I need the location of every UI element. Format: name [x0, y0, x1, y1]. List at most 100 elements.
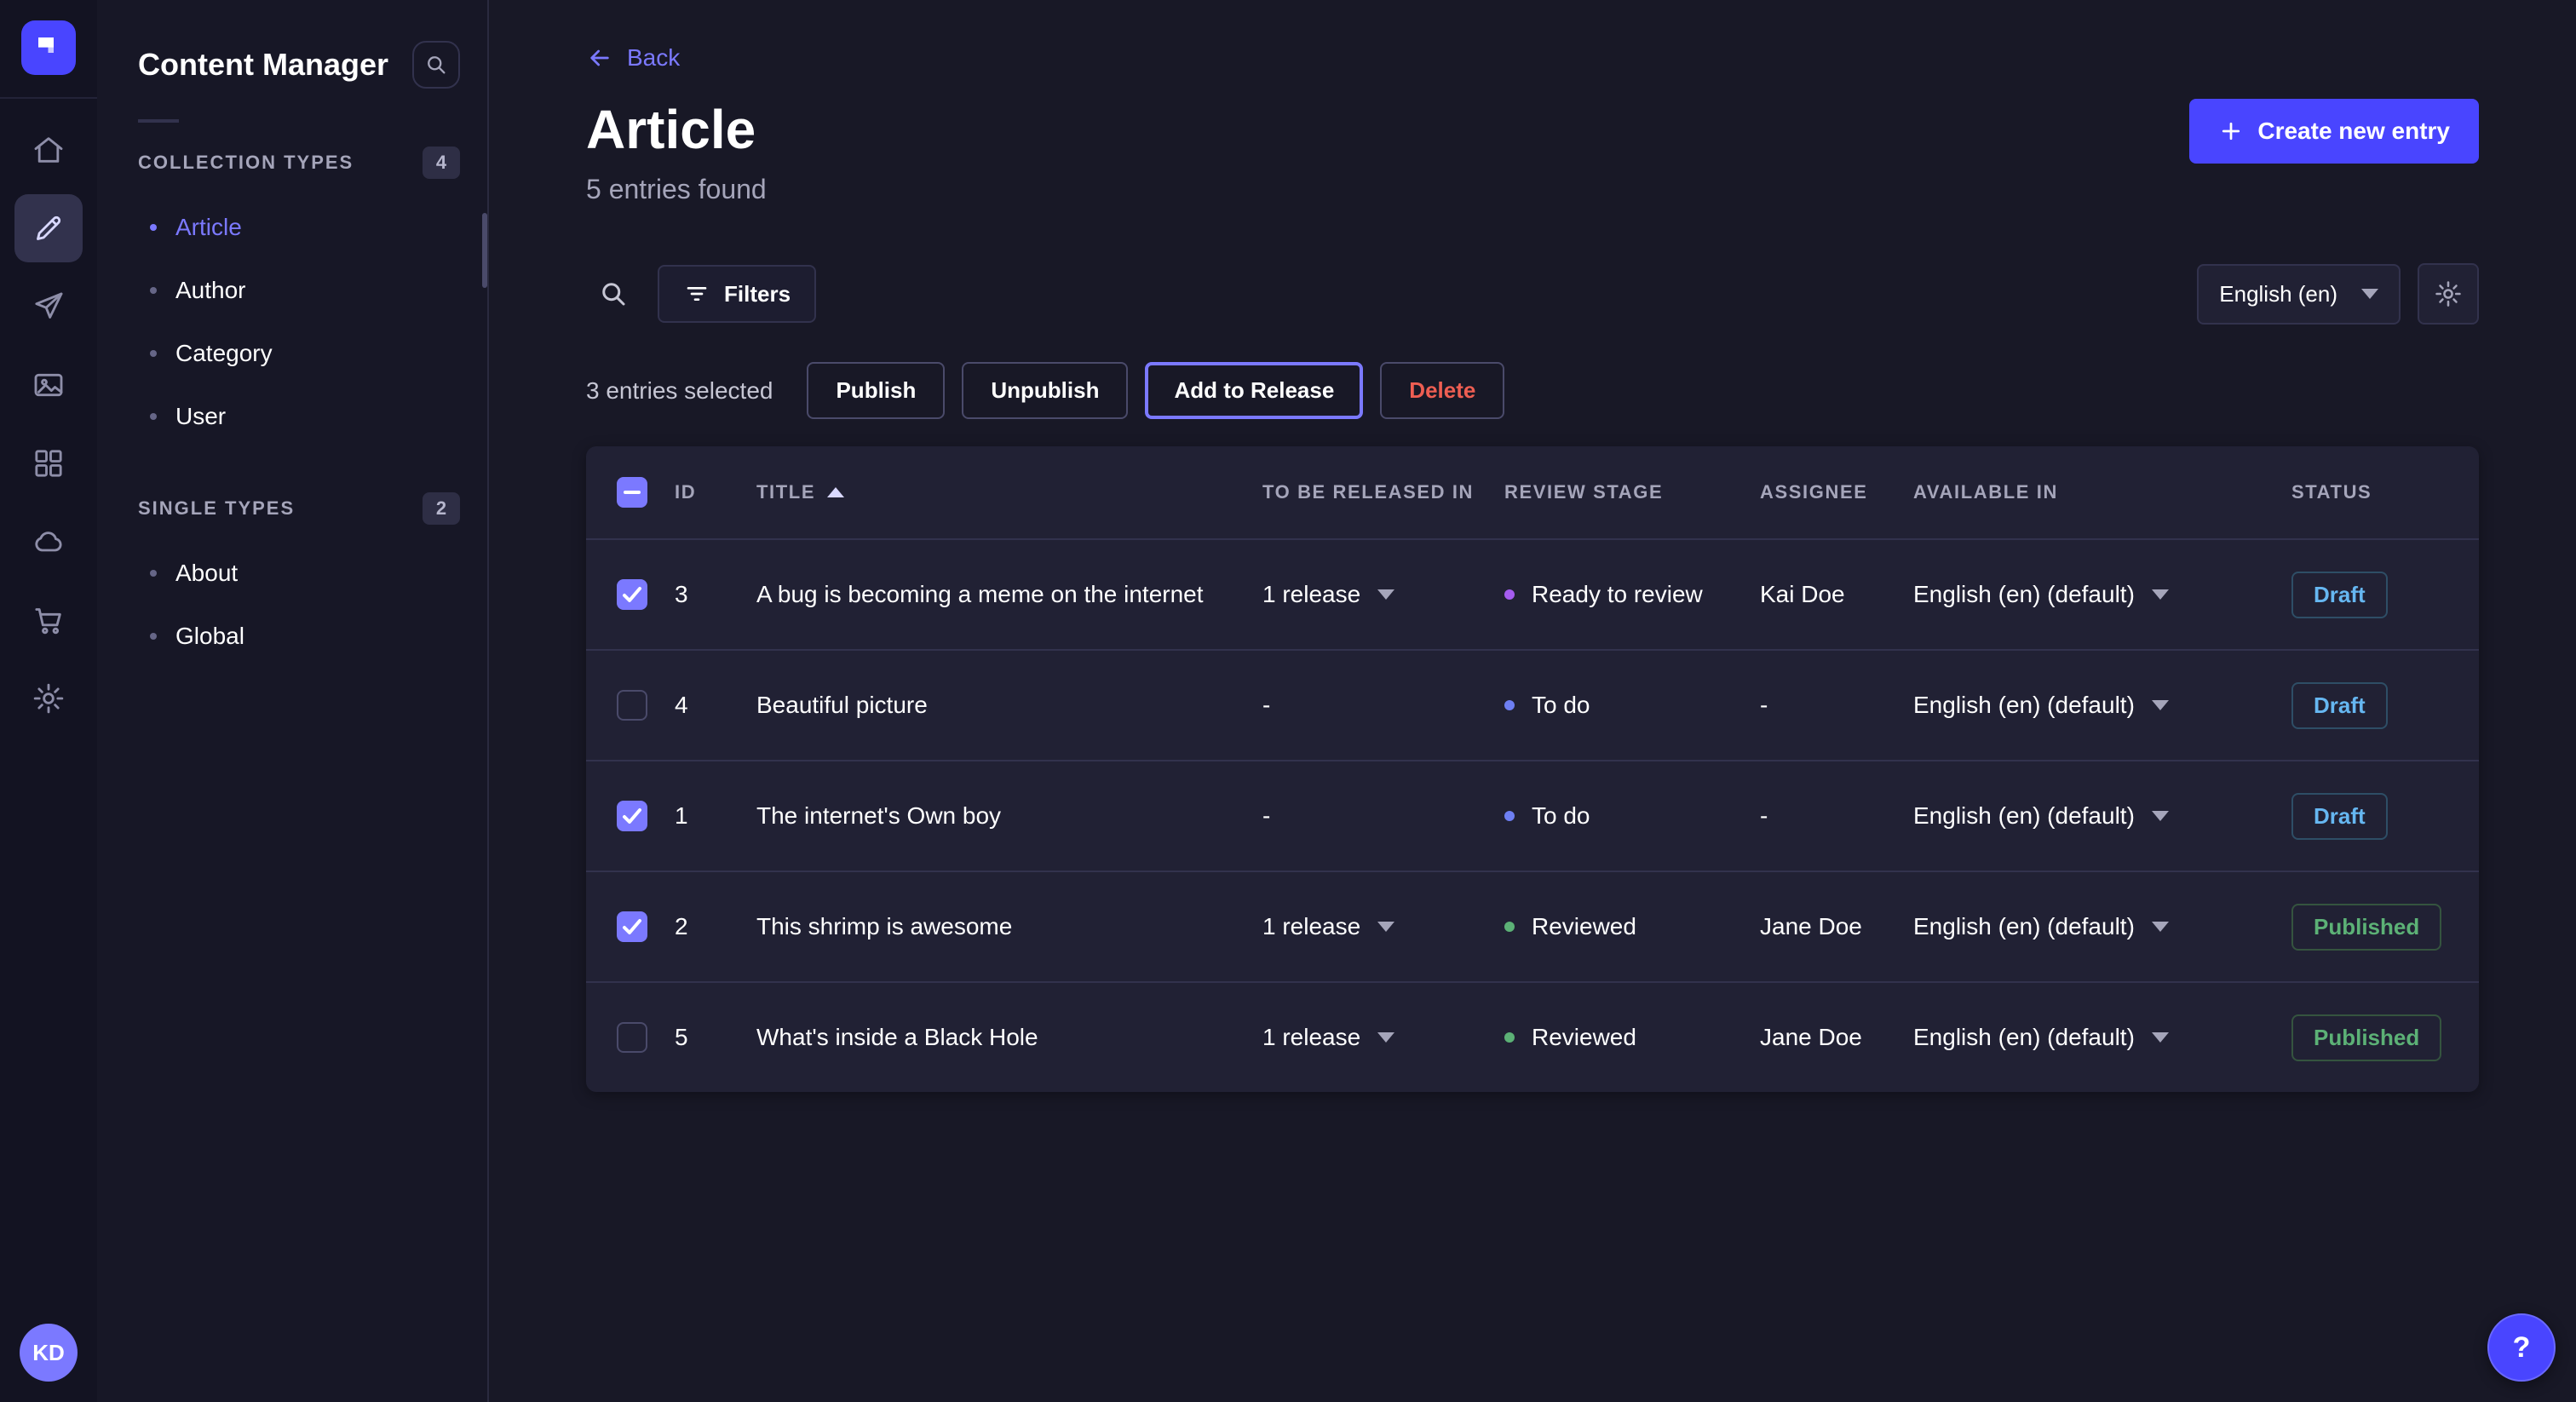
column-header-title[interactable]: TITLE: [756, 481, 1262, 503]
table-row[interactable]: 2 This shrimp is awesome 1 release Revie…: [586, 871, 2479, 981]
release-value: 1 release: [1262, 581, 1360, 608]
row-checkbox[interactable]: [617, 579, 647, 610]
content-type-builder-icon[interactable]: [14, 429, 83, 497]
cell-available-in-dropdown[interactable]: English (en) (default): [1913, 1024, 2291, 1051]
row-checkbox[interactable]: [617, 801, 647, 831]
main-content: Back Article 5 entries found Create new …: [489, 0, 2576, 1402]
release-value: -: [1262, 692, 1270, 719]
cell-available-in-dropdown[interactable]: English (en) (default): [1913, 581, 2291, 608]
chevron-down-icon: [2152, 922, 2169, 932]
avatar[interactable]: KD: [20, 1324, 78, 1382]
add-to-release-button[interactable]: Add to Release: [1145, 362, 1363, 419]
sidebar-item-label: User: [175, 403, 226, 430]
column-header-title-label: TITLE: [756, 481, 815, 503]
media-library-icon[interactable]: [14, 351, 83, 419]
table-row[interactable]: 3 A bug is becoming a meme on the intern…: [586, 538, 2479, 649]
sidebar-search-button[interactable]: [412, 41, 460, 89]
stage-label: To do: [1532, 802, 1590, 830]
cloud-icon[interactable]: [14, 508, 83, 576]
column-header-review-stage: REVIEW STAGE: [1504, 481, 1760, 503]
gear-icon: [2434, 279, 2463, 308]
releases-icon[interactable]: [14, 273, 83, 341]
bullet-icon: [150, 413, 157, 420]
select-all-checkbox[interactable]: [617, 477, 647, 508]
sidebar-item-user[interactable]: User: [97, 385, 487, 448]
delete-button[interactable]: Delete: [1380, 362, 1504, 419]
settings-gear-icon[interactable]: [14, 664, 83, 733]
section-count-badge: 2: [423, 492, 460, 525]
cell-release-dropdown[interactable]: 1 release: [1262, 581, 1504, 608]
publish-button[interactable]: Publish: [807, 362, 945, 419]
table-header-row: ID TITLE TO BE RELEASED IN REVIEW STAGE …: [586, 446, 2479, 538]
column-header-available-in: AVAILABLE IN: [1913, 481, 2291, 503]
strapi-logo[interactable]: [21, 20, 76, 75]
selection-count: 3 entries selected: [586, 377, 773, 405]
filters-button[interactable]: Filters: [658, 265, 816, 323]
nav-rail-items: [14, 116, 83, 733]
sidebar-item-global[interactable]: Global: [97, 605, 487, 668]
column-header-assignee: ASSIGNEE: [1760, 481, 1913, 503]
create-entry-button[interactable]: Create new entry: [2189, 99, 2479, 164]
content-manager-icon[interactable]: [14, 194, 83, 262]
chevron-down-icon: [2361, 289, 2378, 299]
page-title: Article: [586, 95, 767, 164]
stage-dot-icon: [1504, 700, 1515, 710]
release-value: 1 release: [1262, 1024, 1360, 1051]
plus-icon: [2218, 118, 2244, 144]
home-icon[interactable]: [14, 116, 83, 184]
marketplace-cart-icon[interactable]: [14, 586, 83, 654]
cell-release-dropdown[interactable]: -: [1262, 802, 1504, 830]
cell-release-dropdown[interactable]: -: [1262, 692, 1504, 719]
cell-id: 4: [675, 692, 756, 719]
app-root: KD Content Manager COLLECTION TYPES 4 Ar…: [0, 0, 2576, 1402]
row-checkbox[interactable]: [617, 690, 647, 721]
section-label: COLLECTION TYPES: [138, 152, 354, 174]
stage-dot-icon: [1504, 811, 1515, 821]
bulk-actions-bar: 3 entries selected Publish Unpublish Add…: [586, 362, 2479, 419]
column-header-release: TO BE RELEASED IN: [1262, 481, 1504, 503]
chevron-down-icon: [2152, 700, 2169, 710]
release-value: 1 release: [1262, 913, 1360, 940]
status-badge: Published: [2291, 1014, 2441, 1061]
entries-count: 5 entries found: [586, 174, 767, 205]
chevron-down-icon: [1377, 589, 1394, 600]
bullet-icon: [150, 633, 157, 640]
cell-release-dropdown[interactable]: 1 release: [1262, 913, 1504, 940]
sidebar-item-article[interactable]: Article: [97, 196, 487, 259]
cell-id: 1: [675, 802, 756, 830]
back-link[interactable]: Back: [586, 44, 680, 72]
row-checkbox[interactable]: [617, 911, 647, 942]
table-row[interactable]: 1 The internet's Own boy - To do - Engli…: [586, 760, 2479, 871]
locale-value: English (en) (default): [1913, 802, 2135, 830]
content-manager-subnav: Content Manager COLLECTION TYPES 4 Artic…: [97, 0, 489, 1402]
filters-label: Filters: [724, 281, 791, 307]
sidebar-item-about[interactable]: About: [97, 542, 487, 605]
cell-assignee: Jane Doe: [1760, 913, 1913, 940]
locale-value: English (en) (default): [1913, 581, 2135, 608]
check-icon: [622, 586, 642, 603]
help-button[interactable]: ?: [2487, 1313, 2556, 1382]
locale-select[interactable]: English (en): [2197, 264, 2401, 325]
table-row[interactable]: 5 What's inside a Black Hole 1 release R…: [586, 981, 2479, 1092]
search-button[interactable]: [586, 267, 641, 321]
cell-available-in-dropdown[interactable]: English (en) (default): [1913, 913, 2291, 940]
view-settings-button[interactable]: [2418, 263, 2479, 325]
cell-release-dropdown[interactable]: 1 release: [1262, 1024, 1504, 1051]
sidebar-item-author[interactable]: Author: [97, 259, 487, 322]
row-checkbox[interactable]: [617, 1022, 647, 1053]
stage-label: Ready to review: [1532, 581, 1703, 608]
section-count-badge: 4: [423, 147, 460, 179]
cell-available-in-dropdown[interactable]: English (en) (default): [1913, 692, 2291, 719]
cell-available-in-dropdown[interactable]: English (en) (default): [1913, 802, 2291, 830]
table-row[interactable]: 4 Beautiful picture - To do - English (e…: [586, 649, 2479, 760]
stage-dot-icon: [1504, 1032, 1515, 1043]
unpublish-button[interactable]: Unpublish: [962, 362, 1128, 419]
check-icon: [622, 807, 642, 825]
cell-id: 2: [675, 913, 756, 940]
sidebar-item-category[interactable]: Category: [97, 322, 487, 385]
bullet-icon: [150, 570, 157, 577]
stage-dot-icon: [1504, 589, 1515, 600]
cell-title: The internet's Own boy: [756, 802, 1262, 830]
cell-assignee: -: [1760, 802, 1913, 830]
main-nav-rail: KD: [0, 0, 97, 1402]
